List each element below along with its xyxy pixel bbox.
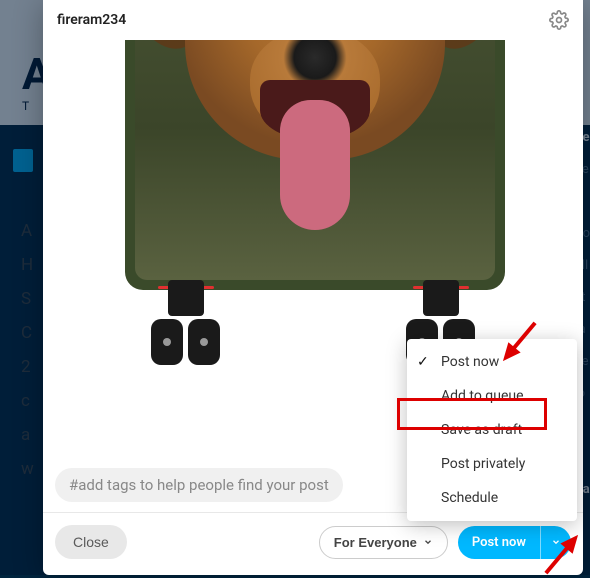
dropdown-item-label: Add to queue xyxy=(441,388,524,404)
dropdown-item-label: Post privately xyxy=(441,456,525,472)
suitcase-graphic xyxy=(125,40,505,290)
wheel-left xyxy=(148,280,223,365)
gear-icon[interactable] xyxy=(549,10,569,30)
close-button[interactable]: Close xyxy=(55,525,127,559)
dropdown-item-add-to-queue[interactable]: Add to queue xyxy=(407,379,577,413)
dropdown-item-post-privately[interactable]: Post privately xyxy=(407,447,577,481)
check-icon: ✓ xyxy=(417,354,429,370)
audience-button[interactable]: For Everyone xyxy=(319,526,448,559)
audience-label: For Everyone xyxy=(334,535,417,550)
modal-footer: Close For Everyone Post now ✓ Post now A… xyxy=(43,512,583,575)
dropdown-item-label: Schedule xyxy=(441,490,498,506)
dropdown-item-label: Post now xyxy=(441,354,499,370)
post-image[interactable] xyxy=(43,40,583,375)
tags-input[interactable]: #add tags to help people find your post xyxy=(55,468,343,502)
post-modal: fireram234 #add tag xyxy=(43,0,583,575)
dropdown-item-label: Save as draft xyxy=(441,422,522,438)
modal-header: fireram234 xyxy=(43,0,583,40)
dropdown-item-post-now[interactable]: ✓ Post now xyxy=(407,345,577,379)
post-button-label[interactable]: Post now xyxy=(458,526,540,559)
dropdown-item-schedule[interactable]: Schedule xyxy=(407,481,577,515)
username-label[interactable]: fireram234 xyxy=(57,12,549,28)
post-options-dropdown: ✓ Post now Add to queue Save as draft Po… xyxy=(407,339,577,521)
chevron-down-icon xyxy=(423,535,433,550)
dropdown-item-save-as-draft[interactable]: Save as draft xyxy=(407,413,577,447)
